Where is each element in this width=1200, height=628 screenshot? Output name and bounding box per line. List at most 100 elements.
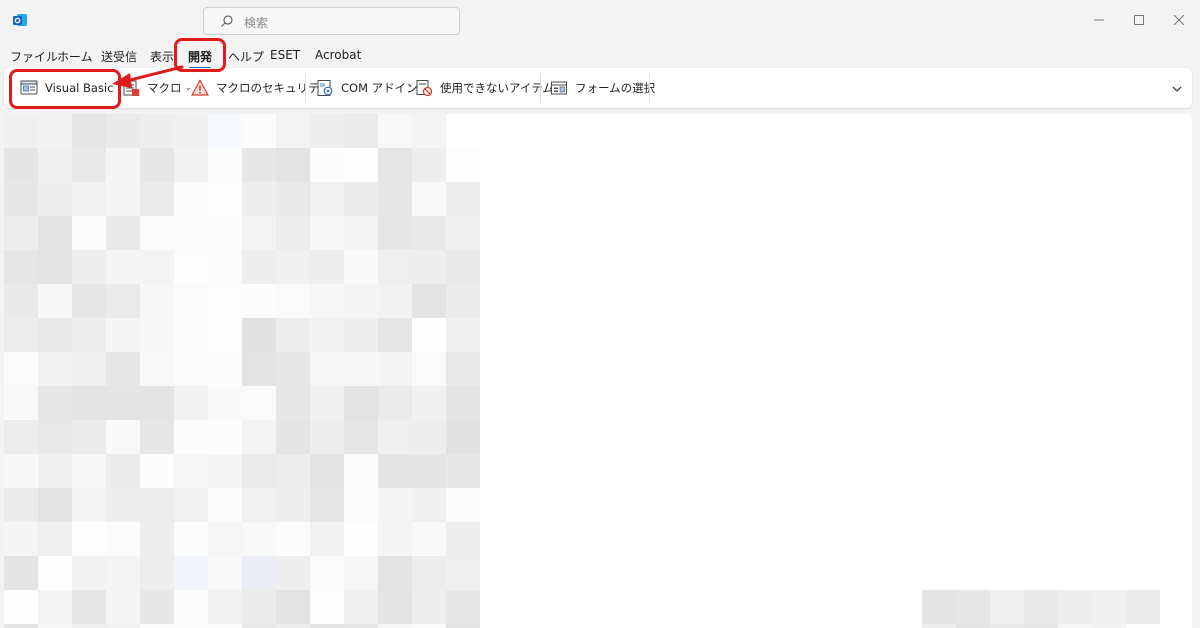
mosaic-cell	[242, 522, 276, 556]
mosaic-cell	[242, 420, 276, 454]
maximize-icon	[1134, 15, 1144, 25]
mosaic-cell	[446, 556, 480, 590]
close-button[interactable]	[1164, 6, 1194, 34]
ribbon-divider	[305, 74, 306, 102]
mosaic-cell	[72, 420, 106, 454]
search-input[interactable]: 検索	[203, 7, 460, 35]
mosaic-cell	[140, 250, 174, 284]
mosaic-cell	[208, 386, 242, 420]
mosaic-cell	[446, 250, 480, 284]
mosaic-cell	[4, 488, 38, 522]
mosaic-cell	[412, 624, 446, 628]
macro-security-button[interactable]: マクロのセキュリティ	[191, 76, 330, 100]
mosaic-cell	[208, 488, 242, 522]
mosaic-cell	[446, 386, 480, 420]
mosaic-cell	[4, 386, 38, 420]
com-addin-button[interactable]: COM アドイン	[316, 76, 418, 100]
mosaic-cell	[446, 590, 480, 624]
disabled-items-icon	[416, 80, 433, 97]
mosaic-cell	[140, 216, 174, 250]
mosaic-cell	[4, 216, 38, 250]
mosaic-cell	[276, 590, 310, 624]
mosaic-cell	[106, 182, 140, 216]
mosaic-cell	[242, 590, 276, 624]
mosaic-cell	[4, 522, 38, 556]
tab-eset[interactable]: ESET	[270, 48, 300, 62]
com-addin-label: COM アドイン	[341, 81, 418, 95]
mosaic-cell	[344, 284, 378, 318]
mosaic-cell	[378, 216, 412, 250]
mosaic-cell	[140, 148, 174, 182]
mosaic-cell	[106, 216, 140, 250]
mosaic-cell	[344, 454, 378, 488]
mosaic-cell	[106, 148, 140, 182]
mosaic-cell	[412, 556, 446, 590]
mosaic-cell	[208, 114, 242, 148]
mosaic-cell	[174, 556, 208, 590]
mosaic-cell	[242, 114, 276, 148]
mosaic-cell	[4, 556, 38, 590]
mosaic-cell	[106, 590, 140, 624]
mosaic-cell	[72, 386, 106, 420]
mosaic-cell	[378, 284, 412, 318]
mosaic-cell	[72, 284, 106, 318]
mosaic-cell	[446, 216, 480, 250]
chevron-down-icon[interactable]	[1170, 82, 1184, 96]
mosaic-cell	[344, 488, 378, 522]
mosaic-cell	[106, 420, 140, 454]
tab-acrobat[interactable]: Acrobat	[315, 48, 361, 62]
mosaic-cell	[174, 148, 208, 182]
mosaic-cell	[4, 420, 38, 454]
mosaic-cell	[208, 148, 242, 182]
tab-send-receive[interactable]: 送受信	[101, 48, 137, 65]
mosaic-cell	[106, 352, 140, 386]
tab-home[interactable]: ホーム	[57, 48, 93, 65]
mosaic-cell	[412, 250, 446, 284]
mosaic-cell	[412, 318, 446, 352]
tab-help[interactable]: ヘルプ	[228, 48, 264, 65]
minimize-button[interactable]	[1084, 6, 1114, 34]
mosaic-cell	[208, 556, 242, 590]
mosaic-cell	[242, 556, 276, 590]
mosaic-cell	[446, 454, 480, 488]
mosaic-cell	[344, 250, 378, 284]
tab-view[interactable]: 表示	[150, 48, 174, 65]
disabled-items-button[interactable]: 使用できないアイテム	[415, 76, 554, 100]
mosaic-cell	[1058, 590, 1092, 624]
mosaic-cell	[242, 216, 276, 250]
mosaic-cell	[4, 590, 38, 624]
mosaic-cell	[310, 522, 344, 556]
mosaic-cell	[412, 420, 446, 454]
outlook-logo-icon	[13, 14, 27, 26]
mosaic-cell	[412, 352, 446, 386]
choose-form-button[interactable]: フォームの選択	[550, 76, 655, 100]
mosaic-cell	[446, 522, 480, 556]
mosaic-cell	[174, 590, 208, 624]
mosaic-cell	[310, 182, 344, 216]
mosaic-cell	[72, 454, 106, 488]
mosaic-cell	[446, 284, 480, 318]
mosaic-cell	[378, 318, 412, 352]
mosaic-cell	[38, 216, 72, 250]
mosaic-cell	[38, 624, 72, 628]
mosaic-cell	[276, 556, 310, 590]
mosaic-cell	[956, 624, 990, 628]
mosaic-cell	[38, 284, 72, 318]
ribbon-divider	[649, 74, 650, 102]
mosaic-cell	[208, 352, 242, 386]
mosaic-cell	[4, 148, 38, 182]
mosaic-cell	[208, 454, 242, 488]
mosaic-cell	[4, 250, 38, 284]
mosaic-cell	[922, 624, 956, 628]
mosaic-cell	[174, 114, 208, 148]
mosaic-cell	[344, 386, 378, 420]
mosaic-cell	[38, 556, 72, 590]
mosaic-cell	[276, 488, 310, 522]
mosaic-cell	[344, 318, 378, 352]
tab-file[interactable]: ファイル	[10, 48, 58, 65]
maximize-button[interactable]	[1124, 6, 1154, 34]
choose-form-label: フォームの選択	[575, 81, 656, 95]
mosaic-cell	[140, 284, 174, 318]
mosaic-cell	[140, 386, 174, 420]
macro-button[interactable]: マクロ ⌄	[122, 76, 192, 100]
